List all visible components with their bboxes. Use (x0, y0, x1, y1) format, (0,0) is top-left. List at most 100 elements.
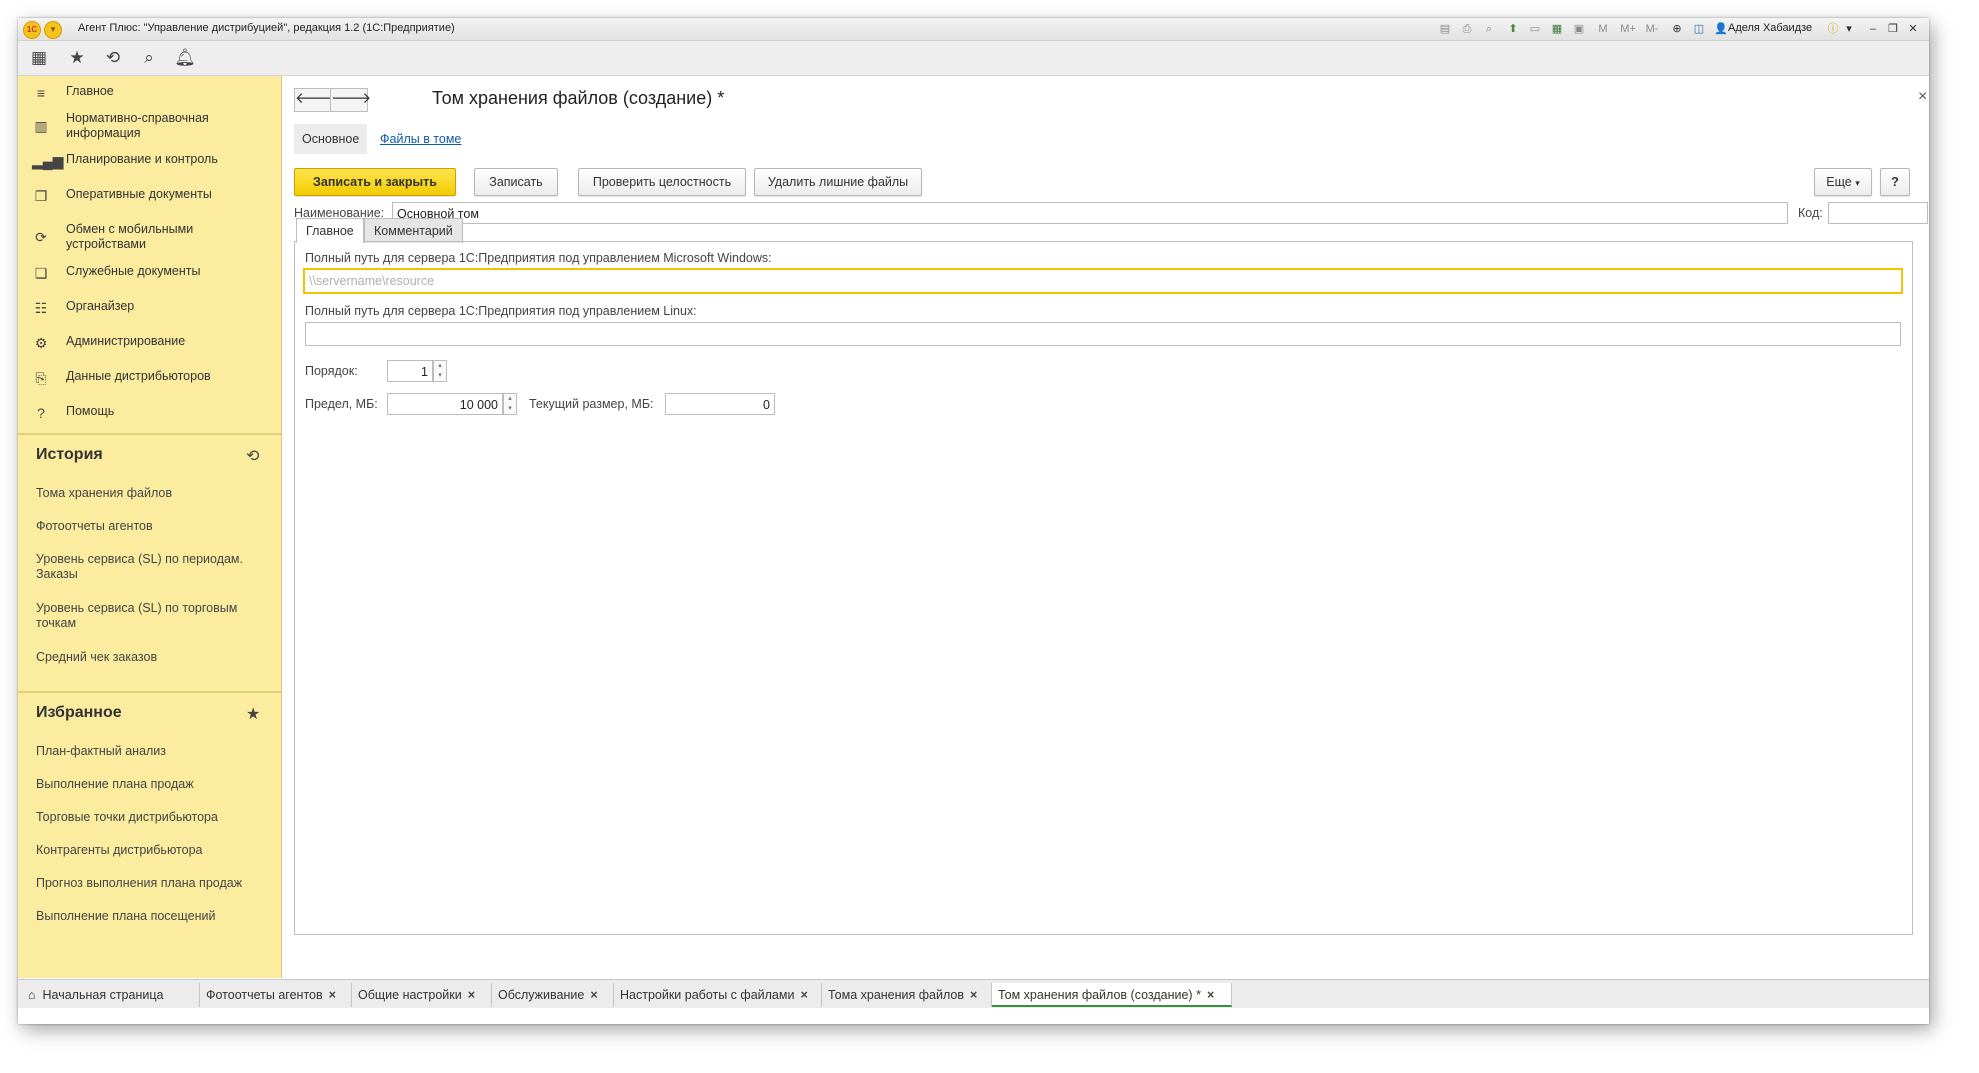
forward-button[interactable]: 🡒 (330, 88, 371, 112)
back-button[interactable]: 🡐 (294, 88, 335, 112)
linux-path-field[interactable] (305, 322, 1901, 346)
attach-icon[interactable]: ⬆ (1506, 22, 1520, 36)
organizer-icon: ☷ (34, 300, 48, 316)
save-button[interactable]: Записать (474, 168, 558, 196)
close-window-icon[interactable]: ✕ (1906, 22, 1920, 36)
main-menu-icon[interactable]: ▾ (44, 21, 62, 39)
distributor-data-icon: ⎘ (35, 370, 47, 386)
help-icon: ? (37, 405, 45, 421)
memory-m-icon[interactable]: M (1596, 22, 1610, 36)
history-item[interactable]: Тома хранения файлов (36, 486, 266, 501)
calendar-icon[interactable]: ▣ (1572, 22, 1586, 36)
dropdown-icon[interactable]: ▾ (1842, 22, 1856, 36)
sidebar-item-label: Служебные документы (66, 264, 201, 278)
preview-icon[interactable]: ⌕ (1482, 22, 1496, 36)
save-and-close-button[interactable]: Записать и закрыть (294, 168, 456, 196)
star-icon[interactable]: ★ (66, 47, 88, 69)
tab-main[interactable]: Основное (294, 124, 368, 154)
history-title: История (36, 446, 103, 463)
tab-open-window[interactable]: Общие настройки × (352, 983, 492, 1007)
tab-open-window[interactable]: Настройки работы с файлами × (614, 983, 822, 1007)
panels-icon[interactable]: ◫ (1692, 22, 1706, 36)
delete-extra-files-button[interactable]: Удалить лишние файлы (754, 168, 922, 196)
minimize-icon[interactable]: – (1866, 22, 1880, 36)
more-button[interactable]: Еще ▾ (1814, 168, 1872, 196)
current-user[interactable]: Аделя Хабаидзе (1728, 22, 1812, 34)
windows-path-field[interactable]: \\servername\resource (303, 268, 1903, 294)
documents-icon: ❐ (34, 188, 48, 204)
tab-open-window[interactable]: Фотоотчеты агентов × (200, 983, 352, 1007)
spreadsheet-icon[interactable]: ▦ (1550, 22, 1564, 36)
apps-grid-icon[interactable]: ▦ (28, 47, 50, 69)
sidebar-item-label: Администрирование (66, 334, 186, 348)
code-label: Код: (1798, 206, 1823, 220)
sidebar-item-label: Данные дистрибьюторов (66, 369, 211, 383)
close-icon[interactable]: × (970, 988, 977, 1002)
service-docs-icon: ❏ (34, 265, 48, 281)
tab-label: Фотоотчеты агентов (206, 988, 323, 1002)
main-toolbar: ▦ ★ ⟲ ⌕ 🔔︎ (18, 41, 1929, 76)
document-icon[interactable]: ▭ (1528, 22, 1542, 36)
tab-label: Тома хранения файлов (828, 988, 965, 1002)
favorite-item[interactable]: Прогноз выполнения плана продаж (36, 876, 266, 891)
order-field[interactable]: 1 (387, 360, 433, 382)
section-divider (18, 691, 281, 693)
tab-label: Том хранения файлов (создание) * (998, 988, 1201, 1002)
bell-icon[interactable]: 🔔︎ (174, 47, 196, 69)
tab-label: Обслуживание (498, 988, 585, 1002)
order-label: Порядок: (305, 364, 358, 378)
sync-icon: ⟳ (35, 229, 47, 245)
app-logo: 1С (23, 21, 41, 39)
favorite-item[interactable]: Контрагенты дистрибьютора (36, 843, 266, 858)
inner-tab-main[interactable]: Главное (296, 218, 364, 243)
favorite-item[interactable]: План-фактный анализ (36, 744, 266, 759)
tab-open-window[interactable]: Обслуживание × (492, 983, 614, 1007)
code-field[interactable] (1828, 202, 1928, 224)
history-icon[interactable]: ⟲ (246, 446, 259, 466)
favorite-item[interactable]: Торговые точки дистрибьютора (36, 810, 266, 825)
restore-icon[interactable]: ❐ (1886, 22, 1900, 36)
inner-tab-comment[interactable]: Комментарий (364, 218, 463, 243)
close-form-icon[interactable]: × (1918, 88, 1927, 106)
limit-field[interactable]: 10 000 (387, 393, 503, 415)
history-item[interactable]: Средний чек заказов (36, 650, 266, 665)
close-icon[interactable]: × (590, 988, 597, 1002)
home-icon: ⌂ (28, 988, 36, 1002)
check-integrity-button[interactable]: Проверить целостность (578, 168, 746, 196)
history-item[interactable]: Фотоотчеты агентов (36, 519, 266, 534)
limit-stepper[interactable]: ▴ ▾ (503, 393, 517, 415)
close-icon[interactable]: × (1207, 988, 1214, 1002)
info-icon[interactable]: ⓘ (1826, 22, 1840, 36)
order-stepper[interactable]: ▴ ▾ (433, 360, 447, 382)
memory-minus-icon[interactable]: M- (1642, 22, 1662, 36)
windows-path-label: Полный путь для сервера 1С:Предприятия п… (305, 251, 772, 265)
tab-home[interactable]: ⌂ Начальная страница (22, 983, 200, 1007)
sidebar-item-label: Обмен с мобильными устройствами (66, 222, 194, 251)
history-icon[interactable]: ⟲ (102, 47, 124, 69)
tab-open-window[interactable]: Тома хранения файлов × (822, 983, 992, 1007)
favorites-title: Избранное (36, 704, 122, 721)
star-icon[interactable]: ★ (246, 704, 260, 724)
print-icon[interactable]: ⎙ (1460, 22, 1474, 36)
search-icon[interactable]: ⌕ (138, 47, 160, 69)
tab-label: Общие настройки (358, 988, 462, 1002)
history-item[interactable]: Уровень сервиса (SL) по торговым точкам (36, 601, 266, 631)
linux-path-label: Полный путь для сервера 1С:Предприятия п… (305, 304, 697, 318)
favorite-item[interactable]: Выполнение плана продаж (36, 777, 266, 792)
history-item[interactable]: Уровень сервиса (SL) по периодам. Заказы (36, 552, 266, 582)
close-icon[interactable]: × (468, 988, 475, 1002)
close-icon[interactable]: × (800, 988, 807, 1002)
tab-files-in-volume[interactable]: Файлы в томе (380, 124, 461, 154)
app-window: 1С ▾ Агент Плюс: "Управление дистрибуцие… (18, 18, 1929, 1024)
save-icon[interactable]: ▤ (1438, 22, 1452, 36)
open-windows-bar: ⌂ Начальная страница Фотоотчеты агентов ×… (18, 979, 1929, 1008)
tab-open-window-active[interactable]: Том хранения файлов (создание) * × (992, 983, 1232, 1007)
zoom-icon[interactable]: ⊕ (1670, 22, 1684, 36)
favorite-item[interactable]: Выполнение плана посещений (36, 909, 266, 924)
close-icon[interactable]: × (329, 988, 336, 1002)
memory-plus-icon[interactable]: M+ (1618, 22, 1638, 36)
tab-label: Начальная страница (42, 988, 164, 1002)
tab-label: Настройки работы с файлами (620, 988, 795, 1002)
name-field[interactable]: Основной том (392, 202, 1788, 224)
help-button[interactable]: ? (1880, 168, 1910, 196)
